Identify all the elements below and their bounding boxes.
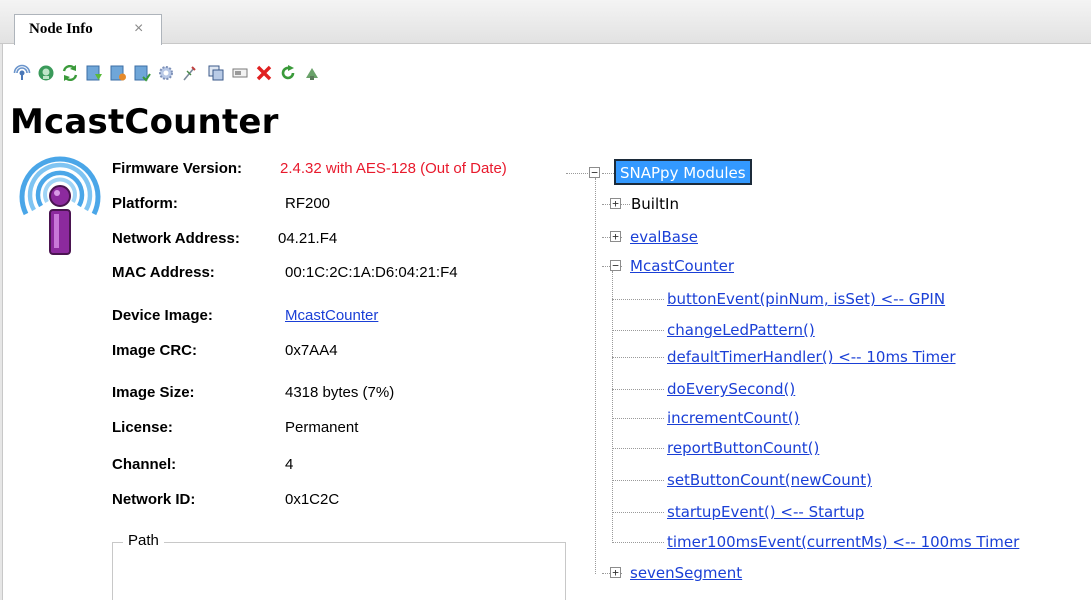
refresh-icon[interactable] (60, 63, 80, 83)
channel-value: 4 (285, 456, 294, 473)
tree-connector (612, 418, 664, 419)
close-icon[interactable]: × (134, 20, 143, 38)
tree-connector (612, 330, 664, 331)
tree-item-sevensegment[interactable]: sevenSegment (630, 564, 742, 582)
license-label: License: (112, 419, 173, 436)
tree-connector (612, 448, 664, 449)
image-size-label: Image Size: (112, 384, 195, 401)
expand-icon[interactable]: + (610, 198, 621, 209)
network-id-label: Network ID: (112, 491, 196, 508)
tab-label: Node Info (29, 21, 93, 37)
tree-connector (602, 173, 614, 174)
upload-image-icon[interactable] (84, 63, 104, 83)
ping-icon[interactable] (12, 63, 32, 83)
frame-border (0, 44, 3, 600)
tree-item-evalbase[interactable]: evalBase (630, 228, 698, 246)
firmware-version-value: 2.4.32 with AES-128 (Out of Date) (280, 160, 507, 177)
tree-function-item[interactable]: changeLedPattern() (667, 321, 815, 339)
tree-connector (612, 357, 664, 358)
tree-root-snappy-modules[interactable]: SNAPpy Modules (614, 159, 752, 185)
firmware-version-label: Firmware Version: (112, 160, 243, 177)
tree-connector (612, 542, 664, 543)
tree-connector (566, 173, 590, 174)
collapse-icon[interactable]: − (610, 260, 621, 271)
collapse-icon[interactable]: − (589, 167, 600, 178)
image-crc-value: 0x7AA4 (285, 342, 338, 359)
delete-icon[interactable] (254, 63, 274, 83)
copy-icon[interactable] (206, 63, 226, 83)
tree-connector (612, 512, 664, 513)
tree-connector (612, 299, 664, 300)
license-value: Permanent (285, 419, 359, 436)
network-address-value: 04.21.F4 (278, 230, 338, 247)
path-group (112, 542, 566, 600)
expand-icon[interactable]: + (610, 567, 621, 578)
settings-icon[interactable] (156, 63, 176, 83)
platform-label: Platform: (112, 195, 178, 212)
tree-function-item[interactable]: buttonEvent(pinNum, isSet) <-- GPIN (667, 290, 945, 308)
erase-image-icon[interactable] (108, 63, 128, 83)
reboot-image-icon[interactable] (132, 63, 152, 83)
tree-function-item[interactable]: defaultTimerHandler() <-- 10ms Timer (667, 348, 956, 366)
tree-item-mcastcounter[interactable]: McastCounter (630, 257, 734, 275)
tree-function-item[interactable]: doEverySecond() (667, 380, 795, 398)
console-icon[interactable] (230, 63, 250, 83)
expand-icon[interactable]: + (610, 231, 621, 242)
image-crc-label: Image CRC: (112, 342, 198, 359)
query-icon[interactable] (36, 63, 56, 83)
tree-function-item[interactable]: incrementCount() (667, 409, 799, 427)
tree-connector (612, 271, 613, 543)
path-label: Path (123, 532, 164, 549)
tab-node-info[interactable]: Node Info × (14, 14, 162, 45)
tree-connector (612, 480, 664, 481)
tree-function-item[interactable]: timer100msEvent(currentMs) <-- 100ms Tim… (667, 533, 1019, 551)
network-address-label: Network Address: (112, 230, 240, 247)
tree-item-builtin[interactable]: BuiltIn (631, 195, 679, 213)
tree-function-item[interactable]: startupEvent() <-- Startup (667, 503, 864, 521)
mac-address-label: MAC Address: (112, 264, 215, 281)
forward-icon[interactable] (302, 63, 322, 83)
device-image-label: Device Image: (112, 307, 213, 324)
mac-address-value: 00:1C:2C:1A:D6:04:21:F4 (285, 264, 458, 281)
tab-bar: Node Info × (0, 0, 1091, 45)
tree-connector (612, 389, 664, 390)
tree-connector (595, 178, 596, 574)
image-size-value: 4318 bytes (7%) (285, 384, 395, 401)
script-icon[interactable] (180, 63, 200, 83)
channel-label: Channel: (112, 456, 177, 473)
device-image-link[interactable]: McastCounter (285, 307, 378, 324)
tree-function-item[interactable]: reportButtonCount() (667, 439, 819, 457)
wireless-node-icon (10, 152, 110, 258)
platform-value: RF200 (285, 195, 331, 212)
node-name-title: McastCounter (10, 102, 279, 142)
tree-function-item[interactable]: setButtonCount(newCount) (667, 471, 872, 489)
refresh-green-icon[interactable] (278, 63, 298, 83)
network-id-value: 0x1C2C (285, 491, 340, 508)
